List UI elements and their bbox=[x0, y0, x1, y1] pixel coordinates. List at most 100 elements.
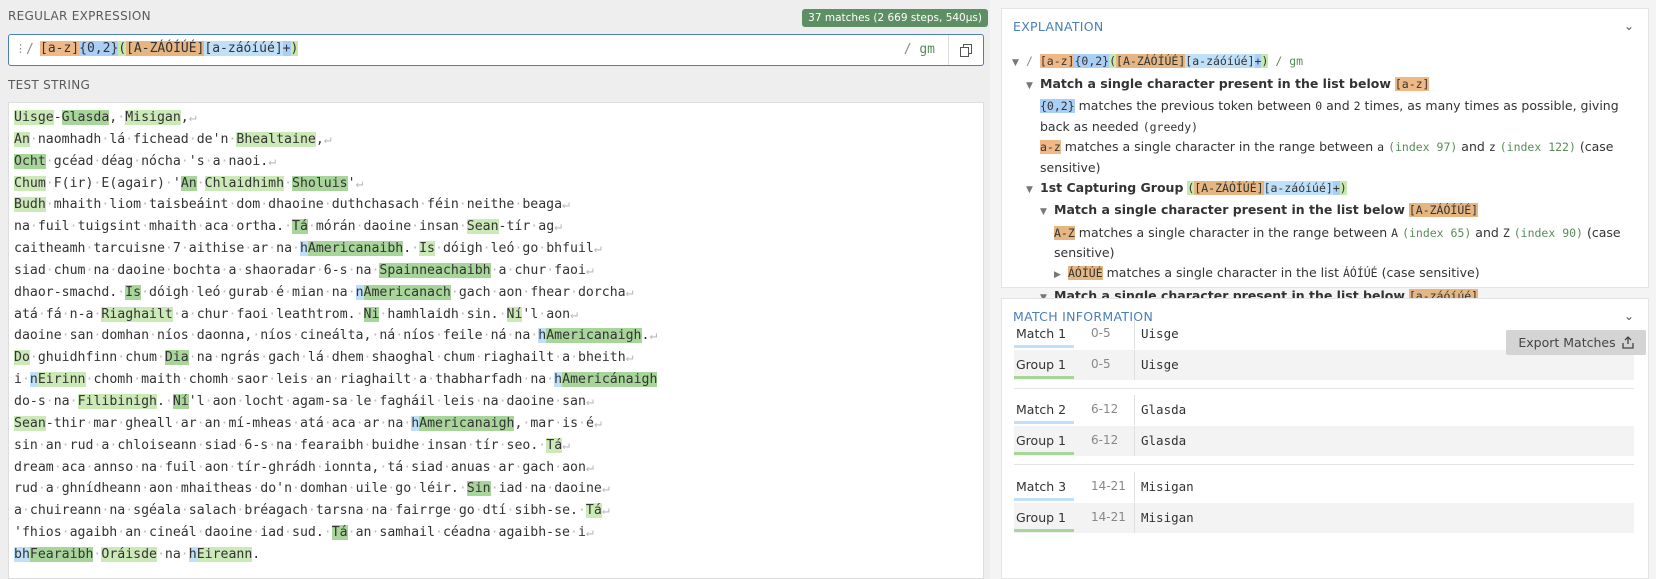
match-highlight[interactable]: Tá bbox=[585, 503, 602, 519]
explanation-list[interactable]: ▶ ÁÓÍÚÉ matches a single character in the… bbox=[1012, 263, 1632, 286]
explanation-item-1[interactable]: ▼ Match a single character present in the… bbox=[1012, 74, 1632, 97]
match-highlight[interactable]: Dia bbox=[164, 350, 189, 366]
text-segment: dhaor-smachd.· bbox=[14, 284, 126, 300]
match-highlight[interactable]: Tá bbox=[331, 525, 348, 541]
match-row[interactable]: Match 3 14-21 Misigan bbox=[1014, 472, 1634, 502]
root-token: [a-záóíúé] bbox=[1185, 54, 1255, 68]
match-highlight[interactable]: Tá bbox=[546, 437, 563, 453]
match-divider bbox=[1014, 464, 1634, 465]
caret-down-icon[interactable]: ▼ bbox=[1040, 203, 1054, 223]
match-highlight[interactable]: An bbox=[180, 175, 197, 191]
root-token: [a-z] bbox=[1039, 54, 1075, 68]
match-highlight[interactable]: Ní bbox=[506, 306, 523, 322]
row-label-text: Group 1 bbox=[1016, 433, 1066, 448]
explanation-root[interactable]: ▼ / [a-z]{0,2}([A-ZÁÓÍÚÉ][a-záóíúé]+) / g… bbox=[1012, 51, 1632, 74]
caret-right-icon[interactable]: ▶ bbox=[1054, 266, 1068, 286]
row-label-text: Match 1 bbox=[1016, 326, 1067, 341]
row-value: Glasda bbox=[1141, 402, 1187, 417]
regex-input[interactable]: ⋮ / [a-z]{0,2}([A-ZÁÓÍÚÉ][a-záóíúé]+) / … bbox=[8, 34, 984, 66]
match-highlight[interactable]: Do bbox=[14, 350, 30, 366]
match-highlight[interactable]: Uisge bbox=[14, 110, 54, 125]
text-segment: ·mórán·daoine·insan· bbox=[307, 219, 467, 235]
match-highlight[interactable]: Ní bbox=[172, 393, 189, 409]
group-token: [A-ZÁÓÍÚÉ] bbox=[1194, 180, 1264, 195]
flags-delimiter: / bbox=[903, 42, 912, 57]
explanation-item-2[interactable]: ▼ Match a single character present in the… bbox=[1012, 200, 1632, 223]
test-line: bhFearaibh·Oráisde·na·hEireann. bbox=[14, 544, 657, 566]
test-string-editor[interactable]: Uisge-Glasda,·Misigan,↵ An·naomhadh·lá·fi… bbox=[8, 102, 984, 579]
text-segment: ·ghuidhfinn·chum· bbox=[29, 350, 165, 366]
match-highlight[interactable]: An bbox=[14, 131, 30, 147]
match-highlight[interactable]: Eireann bbox=[196, 546, 253, 562]
match-highlight[interactable]: h bbox=[554, 372, 563, 388]
match-highlight[interactable]: Americanaibh bbox=[307, 241, 404, 257]
match-highlight[interactable]: Americánaigh bbox=[562, 372, 658, 388]
range2-end: Z bbox=[1502, 225, 1510, 240]
quant-token: {0,2} bbox=[1040, 99, 1075, 114]
match-highlight[interactable]: Eirinn bbox=[37, 372, 86, 388]
match-highlight[interactable]: Oráisde bbox=[101, 546, 157, 562]
text-segment: ·gach·aon·fhear·dorcha↵ bbox=[450, 284, 634, 300]
test-string-text[interactable]: Uisge-Glasda,·Misigan,↵ An·naomhadh·lá·fi… bbox=[14, 107, 658, 566]
caret-down-icon[interactable]: ▼ bbox=[1012, 54, 1026, 74]
quant-min: 0 bbox=[1315, 99, 1323, 114]
match-row[interactable]: Match 2 6-12 Glasda bbox=[1014, 395, 1634, 425]
match-highlight[interactable]: Bhealtaine bbox=[236, 131, 316, 147]
match-highlight[interactable]: h bbox=[411, 415, 420, 431]
regex-expression[interactable]: [a-z]{0,2}([A-ZÁÓÍÚÉ][a-záóíúé]+) bbox=[40, 41, 299, 56]
match-highlight[interactable]: h bbox=[188, 546, 197, 562]
text-segment: ↵ bbox=[562, 437, 571, 453]
caret-down-icon[interactable]: ▼ bbox=[1026, 181, 1040, 201]
match-highlight[interactable]: h bbox=[299, 241, 308, 257]
match-highlight[interactable]: Budh bbox=[14, 197, 46, 213]
quant-max: 2 bbox=[1353, 99, 1361, 114]
regex-flags[interactable]: / gm bbox=[904, 42, 935, 57]
row-label-text: Match 2 bbox=[1016, 402, 1067, 417]
explanation-group-1[interactable]: ▼ 1st Capturing Group ([A-ZÁÓÍÚÉ][a-záóíú… bbox=[1012, 178, 1632, 201]
match-highlight[interactable]: n bbox=[29, 372, 38, 388]
row-divider bbox=[1134, 350, 1135, 380]
test-line: 'fhios·agaibh·an·cineál·daoine·iad·sud.·… bbox=[14, 522, 657, 544]
match-highlight[interactable]: Americanaigh bbox=[419, 415, 515, 431]
match-highlight[interactable]: Riaghailt bbox=[101, 306, 173, 322]
match-highlight[interactable]: Is bbox=[125, 284, 142, 300]
copy-button[interactable] bbox=[948, 35, 983, 65]
row-value: Uisge bbox=[1141, 357, 1179, 372]
match-highlight[interactable]: Americanaigh bbox=[546, 328, 642, 344]
match-highlight[interactable]: bh bbox=[14, 546, 30, 562]
group-row[interactable]: Group 1 6-12 Glasda bbox=[1014, 426, 1634, 456]
match-highlight[interactable]: Ni bbox=[363, 306, 380, 322]
match-highlight[interactable]: Sean bbox=[14, 415, 46, 431]
match-highlight[interactable]: Sholuis bbox=[292, 175, 348, 191]
test-line: An·naomhadh·lá·fichead·de'n·Bhealtaine,↵ bbox=[14, 129, 657, 151]
explanation-tree: ▼ / [a-z]{0,2}([A-ZÁÓÍÚÉ][a-záóíúé]+) / g… bbox=[1012, 51, 1632, 308]
range1-start: a bbox=[1377, 140, 1385, 155]
group-row[interactable]: Group 1 14-21 Misigan bbox=[1014, 503, 1634, 533]
match-highlight[interactable]: Ocht bbox=[14, 153, 46, 169]
match-highlight[interactable]: Misigan bbox=[125, 110, 181, 125]
text-segment: siad·chum·na·daoine·bochta·a·shaoradar·6… bbox=[14, 262, 380, 278]
drag-handle-icon[interactable]: ⋮ bbox=[15, 42, 26, 55]
match-highlight[interactable]: Glasda bbox=[61, 110, 110, 125]
match-highlight[interactable]: Spainneachaibh bbox=[379, 262, 491, 278]
export-matches-button[interactable]: Export Matches bbox=[1506, 330, 1646, 355]
match-highlight[interactable]: n bbox=[355, 284, 364, 300]
chevron-down-icon[interactable]: ⌄ bbox=[1624, 19, 1634, 33]
caret-down-icon[interactable]: ▼ bbox=[1026, 77, 1040, 97]
match-highlight[interactable]: Filibinigh bbox=[77, 393, 157, 409]
match-highlight[interactable]: Fearaibh bbox=[29, 546, 94, 562]
range2-start: A bbox=[1391, 225, 1399, 240]
match-highlight[interactable]: Americanach bbox=[363, 284, 451, 300]
item2-token: [A-ZÁÓÍÚÉ] bbox=[1408, 203, 1479, 218]
match-highlight[interactable]: Chum bbox=[14, 175, 46, 191]
test-line: Chum·F(ir)·E(agair)·'An·Chlaidhimh·Sholu… bbox=[14, 173, 657, 195]
match-highlight[interactable]: Tá bbox=[292, 219, 308, 235]
match-highlight[interactable]: Sean bbox=[466, 219, 499, 235]
text-segment: ,·mar·is·é↵ bbox=[514, 415, 602, 431]
text-segment: ·chomh·maith·chomh·saor·leis·an·riaghail… bbox=[85, 372, 555, 388]
match-highlight[interactable]: Chlaidhimh bbox=[204, 175, 285, 191]
match-highlight[interactable]: Sin bbox=[466, 481, 491, 497]
row-range: 14-21 bbox=[1091, 510, 1126, 524]
match-highlight[interactable]: Is bbox=[419, 241, 435, 257]
token-group-open: ( bbox=[118, 41, 127, 56]
